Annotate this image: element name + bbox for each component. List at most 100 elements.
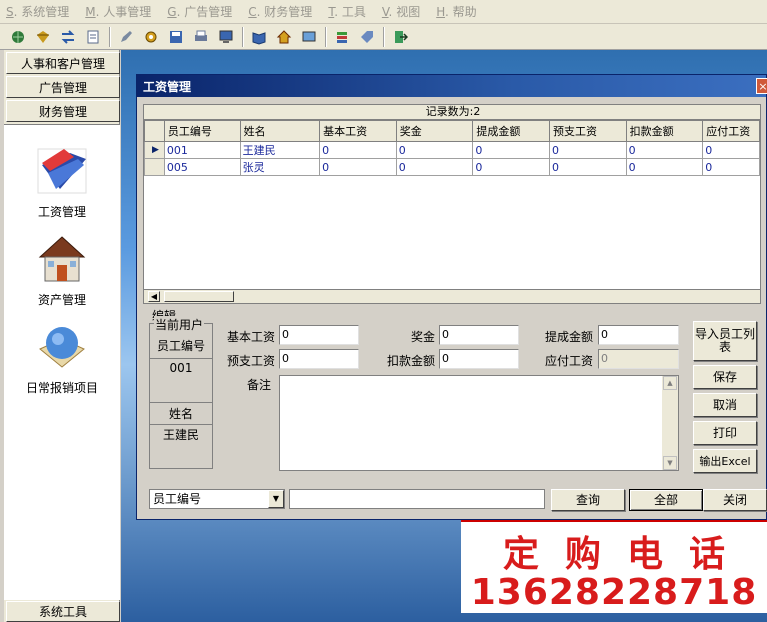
nav-item-salary[interactable]: 工资管理 <box>4 143 120 220</box>
name-label: 姓名 <box>168 407 193 421</box>
col-header[interactable]: 奖金 <box>395 120 474 142</box>
table-cell[interactable]: 0 <box>702 141 760 159</box>
menu-advertising[interactable]: G. 广告管理 <box>167 3 232 20</box>
exit-icon[interactable] <box>390 27 410 47</box>
toolbar <box>0 24 767 50</box>
table-cell[interactable]: 001 <box>163 141 241 159</box>
cancel-button[interactable]: 取消 <box>693 393 757 417</box>
table-cell[interactable]: 0 <box>472 141 550 159</box>
name-value: 王建民 <box>162 428 199 442</box>
deduction-input[interactable]: 0 <box>439 349 519 369</box>
search-input[interactable] <box>289 489 545 509</box>
screen-icon[interactable] <box>299 27 319 47</box>
document-icon[interactable] <box>83 27 103 47</box>
remark-scrollbar[interactable]: ▲ ▼ <box>662 376 678 470</box>
scroll-thumb[interactable] <box>164 291 234 302</box>
payable-input[interactable]: 0 <box>598 349 679 369</box>
base-salary-label: 基本工资 <box>226 330 275 344</box>
bonus-label: 奖金 <box>410 330 435 344</box>
table-cell[interactable]: 005 <box>163 158 241 176</box>
edit-group: 编辑 当前用户 员工编号 001 姓名 王建民 基本工资 0 奖金 0 提成金额… <box>143 307 761 481</box>
menu-view[interactable]: V. 视图 <box>382 3 420 20</box>
tag-icon[interactable] <box>357 27 377 47</box>
menu-help[interactable]: H. 帮助 <box>436 3 476 20</box>
advance-label: 预支工资 <box>226 354 275 368</box>
col-header[interactable]: 提成金额 <box>472 120 550 142</box>
window-title: 工资管理 <box>137 75 766 97</box>
remark-textarea[interactable]: ▲ ▼ <box>279 375 679 471</box>
home-icon[interactable] <box>274 27 294 47</box>
horizontal-scrollbar[interactable]: ◀ <box>144 289 760 303</box>
search-field-select[interactable]: 员工编号 ▼ <box>149 489 285 509</box>
table-cell[interactable]: 0 <box>319 158 397 176</box>
menu-personnel[interactable]: M. 人事管理 <box>85 3 151 20</box>
table-cell[interactable]: 0 <box>702 158 760 176</box>
left-nav-panel: 人事和客户管理 广告管理 财务管理 工资管理 资产管理 日常报销项目 系统工具 <box>4 50 120 622</box>
pen-icon[interactable] <box>116 27 136 47</box>
transfer-icon[interactable] <box>58 27 78 47</box>
salary-window: 工资管理 × 记录数为:2 员工编号 姓名 基本工资 奖金 提成金额 预支工资 … <box>136 74 767 520</box>
table-row[interactable]: ▶ 001 王建民 0 0 0 0 0 0 <box>144 141 760 159</box>
menu-tools[interactable]: T. 工具 <box>328 3 366 20</box>
menu-system[interactable]: S. 系统管理 <box>6 3 69 20</box>
nav-item-label: 日常报销项目 <box>25 381 98 395</box>
monitor-icon[interactable] <box>216 27 236 47</box>
nav-section-system-tools[interactable]: 系统工具 <box>6 601 120 622</box>
table-row[interactable]: 005 张灵 0 0 0 0 0 0 <box>144 158 760 176</box>
scroll-left-icon[interactable]: ◀ <box>148 291 160 302</box>
nav-section-advertising[interactable]: 广告管理 <box>6 76 120 98</box>
chevron-down-icon[interactable]: ▼ <box>268 490 284 508</box>
table-cell[interactable]: 0 <box>549 141 627 159</box>
table-cell[interactable]: 0 <box>395 158 474 176</box>
remark-label: 备注 <box>246 378 271 392</box>
row-indicator <box>144 158 165 176</box>
commission-input[interactable]: 0 <box>598 325 679 345</box>
disk-icon[interactable] <box>166 27 186 47</box>
col-header[interactable]: 员工编号 <box>163 120 241 142</box>
emp-no-label: 员工编号 <box>156 339 205 353</box>
book-icon[interactable] <box>249 27 269 47</box>
nav-item-assets[interactable]: 资产管理 <box>4 231 120 308</box>
print-icon[interactable] <box>191 27 211 47</box>
nav-item-expense[interactable]: 日常报销项目 <box>4 319 120 396</box>
menu-finance[interactable]: C. 财务管理 <box>248 3 312 20</box>
table-cell[interactable]: 0 <box>395 141 474 159</box>
advance-input[interactable]: 0 <box>279 349 359 369</box>
nav-section-finance[interactable]: 财务管理 <box>6 100 120 122</box>
col-header[interactable]: 基本工资 <box>319 120 397 142</box>
scroll-down-icon[interactable]: ▼ <box>663 456 677 470</box>
base-salary-input[interactable]: 0 <box>279 325 359 345</box>
diamond-icon[interactable] <box>33 27 53 47</box>
toolbar-separator <box>325 26 327 47</box>
table-cell[interactable]: 0 <box>625 141 704 159</box>
import-employees-button[interactable]: 导入员工列表 <box>693 321 757 361</box>
col-header[interactable]: 应付工资 <box>702 120 760 142</box>
table-cell[interactable]: 0 <box>319 141 397 159</box>
close-icon[interactable]: × <box>756 78 767 94</box>
table-cell[interactable]: 0 <box>625 158 704 176</box>
table-cell[interactable]: 0 <box>472 158 550 176</box>
order-phone-banner: 定购电话 13628228718 <box>461 520 767 613</box>
table-cell[interactable]: 张灵 <box>239 158 321 176</box>
save-button[interactable]: 保存 <box>693 365 757 389</box>
close-button[interactable]: 关闭 <box>703 489 767 511</box>
print-button[interactable]: 打印 <box>693 421 757 445</box>
nav-section-personnel-customers[interactable]: 人事和客户管理 <box>6 52 120 74</box>
bonus-input[interactable]: 0 <box>439 325 519 345</box>
show-all-button[interactable]: 全部 <box>629 489 703 511</box>
stack-icon[interactable] <box>332 27 352 47</box>
globe-icon[interactable] <box>8 27 28 47</box>
table-cell[interactable]: 王建民 <box>239 141 321 159</box>
query-button[interactable]: 查询 <box>551 489 625 511</box>
emp-no-value: 001 <box>169 361 193 375</box>
table-cell[interactable]: 0 <box>549 158 627 176</box>
current-user-box: 当前用户 员工编号 001 姓名 王建民 <box>149 316 213 469</box>
col-header[interactable]: 预支工资 <box>549 120 627 142</box>
col-header[interactable]: 扣款金额 <box>625 120 704 142</box>
col-header[interactable]: 姓名 <box>239 120 321 142</box>
gear-icon[interactable] <box>141 27 161 47</box>
salary-table: 员工编号 姓名 基本工资 奖金 提成金额 预支工资 扣款金额 应付工资 ▶ 00… <box>144 120 760 176</box>
salary-grid[interactable]: 记录数为:2 员工编号 姓名 基本工资 奖金 提成金额 预支工资 扣款金额 应付… <box>143 104 761 304</box>
export-excel-button[interactable]: 输出Excel <box>693 449 757 473</box>
scroll-up-icon[interactable]: ▲ <box>663 376 677 390</box>
